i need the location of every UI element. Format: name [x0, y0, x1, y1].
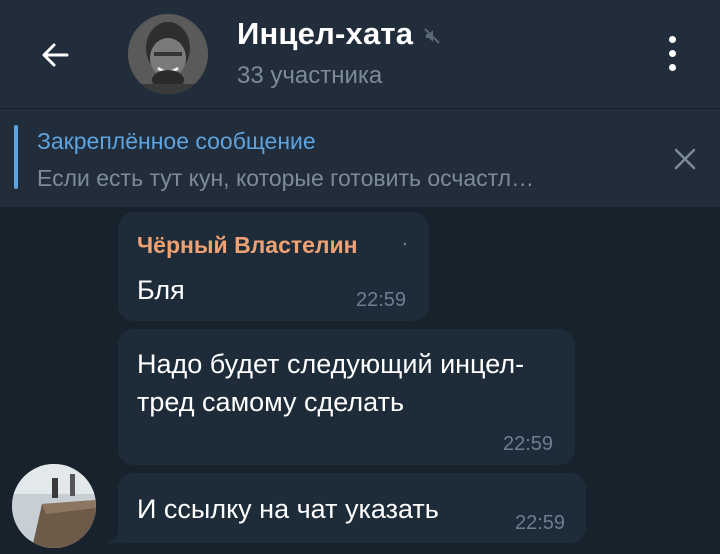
vertical-dots-icon [668, 35, 676, 43]
pinned-text: Если есть тут кун, которые готовить осча… [37, 165, 535, 191]
message-bubble[interactable]: Чёрный Властелин . Бля 22:59 [118, 212, 429, 321]
message-text: Надо будет следующий инцел-тред самому с… [137, 349, 525, 417]
message-bubble[interactable]: И ссылку на чат указать 22:59 [118, 473, 586, 543]
message-time: 22:59 [356, 289, 407, 311]
sender-name[interactable]: Чёрный Властелин [137, 232, 358, 259]
message-bubble[interactable]: Надо будет следующий инцел-тред самому с… [118, 329, 575, 465]
pinned-title: Закреплённое сообщение [37, 128, 316, 154]
muted-speaker-icon [424, 28, 440, 44]
message-text: И ссылку на чат указать [137, 494, 439, 524]
chat-title-row[interactable]: Инцел-хата [237, 16, 441, 52]
chat-header: Инцел-хата 33 участника [0, 0, 720, 108]
message-time: 22:59 [515, 512, 566, 534]
dot-icon: . [402, 228, 408, 250]
menu-button[interactable] [652, 28, 692, 78]
pinned-message-bar[interactable]: Закреплённое сообщение Если есть тут кун… [0, 108, 720, 207]
pinned-indicator [14, 125, 18, 189]
message-text: Бля [137, 275, 185, 305]
back-button[interactable] [30, 30, 80, 80]
pinned-close-button[interactable] [668, 142, 702, 176]
message-time: 22:59 [503, 433, 554, 455]
close-icon [674, 148, 696, 170]
chat-title: Инцел-хата [237, 16, 414, 51]
sender-avatar[interactable] [12, 464, 96, 548]
member-count: 33 участника [237, 62, 383, 89]
chat-avatar[interactable] [128, 14, 208, 94]
arrow-left-icon [42, 43, 69, 67]
